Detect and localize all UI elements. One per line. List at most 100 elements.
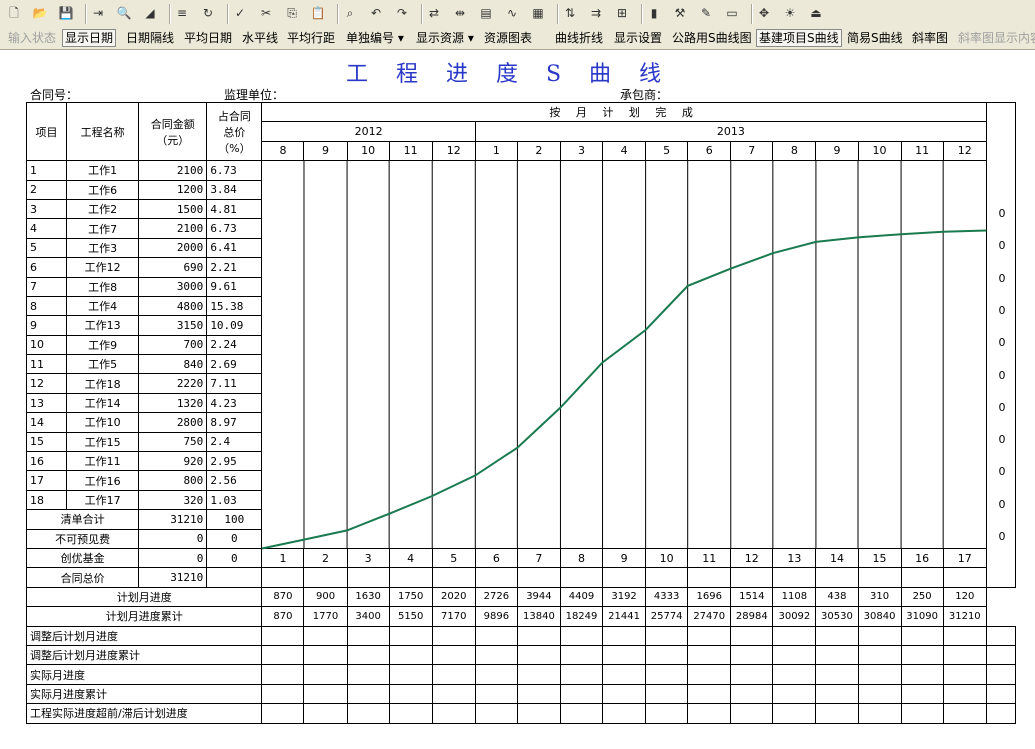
side-value: 0 <box>998 271 1006 285</box>
toolbar2-button-6[interactable]: 平均行距 <box>285 30 337 46</box>
header-month: 11 <box>900 140 944 162</box>
view-toolbar: 输入状态 显示日期 日期隔线 平均日期 水平线 平均行距 单独编号 ▾ 显示资源 ▾ 资源图表 曲… <box>0 28 1035 50</box>
lightbulb-icon[interactable]: ☀ <box>782 5 798 21</box>
toolbar2-button-3[interactable]: 日期隔线 <box>124 30 176 46</box>
toolbar2-button-2[interactable]: 显示日期 <box>62 29 117 47</box>
format-icon[interactable]: ⊞ <box>614 5 630 21</box>
bars-icon[interactable]: ▮ <box>646 5 662 21</box>
period-label: 17 <box>942 547 987 569</box>
s-curve-table: 项目 工程名称 合同金额 （元） 占合同 总价 （%）按 月 计 划 完 成 2012 2013… <box>25 101 1017 724</box>
redo-icon[interactable]: ↷ <box>394 5 410 21</box>
empty-cell <box>516 664 561 685</box>
toolbar2-button-8[interactable]: 显示资源 ▾ <box>414 30 476 46</box>
chart-icon[interactable]: ▦ <box>530 5 546 21</box>
check-icon[interactable]: ✓ <box>232 5 248 21</box>
side-value: 0 <box>998 368 1006 382</box>
period-label: 15 <box>857 547 902 569</box>
monthly-row-value: 438 <box>815 586 859 608</box>
empty-cell <box>942 664 987 685</box>
toolbar-separator <box>557 4 559 24</box>
move-icon[interactable]: ✥ <box>756 5 772 21</box>
empty-cell <box>985 683 1017 705</box>
toolbar2-button-11[interactable]: 显示设置 <box>612 30 664 46</box>
open-icon[interactable]: 📂 <box>32 5 48 21</box>
toolbar-separator <box>751 4 753 24</box>
tool-icon[interactable]: ⚒ <box>672 5 688 21</box>
row-ratio: 2.21 <box>206 257 263 278</box>
summary-label: 清单合计 <box>25 509 140 530</box>
row-ratio: 2.95 <box>206 451 263 472</box>
toolbar2-button-13[interactable]: 基建项目S曲线 <box>756 29 842 47</box>
toolbar2-button-7[interactable]: 单独编号 ▾ <box>344 30 406 46</box>
empty-cell <box>815 664 859 685</box>
row-amount: 800 <box>138 470 208 491</box>
insert-icon[interactable]: ⇉ <box>588 5 604 21</box>
summary-ratio: 0 <box>206 528 263 549</box>
empty-cell <box>900 644 944 666</box>
save-icon[interactable]: 💾 <box>58 5 74 21</box>
find-icon[interactable]: ⌕ <box>342 5 358 21</box>
link-icon[interactable]: ⇄ <box>426 5 442 21</box>
draw-icon[interactable]: ✎ <box>698 5 714 21</box>
empty-cell <box>815 683 859 705</box>
period-label: 5 <box>431 547 476 569</box>
toolbar2-button-1[interactable]: 输入状态 <box>6 30 58 46</box>
frame-icon[interactable]: ▭ <box>724 5 740 21</box>
undo-icon[interactable]: ↶ <box>368 5 384 21</box>
cumulative-row-value: 5150 <box>388 606 433 627</box>
empty-cell <box>346 644 390 666</box>
row-amount: 690 <box>138 257 208 278</box>
split-icon[interactable]: ⇹ <box>452 5 468 21</box>
toolbar2-button-12[interactable]: 公路用S曲线图 <box>670 30 754 46</box>
header-month: 9 <box>815 140 859 162</box>
row-ratio: 2.56 <box>206 470 263 491</box>
row-no: 9 <box>25 315 68 336</box>
row-no: 13 <box>25 392 68 414</box>
empty-cell <box>602 644 647 666</box>
monthly-row-value: 1514 <box>730 586 774 608</box>
extra-row: 实际月进度 <box>25 664 1017 685</box>
row-no: 14 <box>25 412 68 433</box>
cumulative-row-value: 3400 <box>346 606 390 627</box>
extra-row-label: 实际月进度 <box>25 664 263 685</box>
toolbar2-button-15[interactable]: 斜率图 <box>910 30 950 46</box>
row-amount: 3000 <box>138 276 208 297</box>
align-icon[interactable]: ≡ <box>174 5 190 21</box>
empty-cell <box>857 625 902 646</box>
period-label: 10 <box>645 547 689 569</box>
empty-cell <box>559 683 604 705</box>
merge-icon[interactable]: ⇅ <box>562 5 578 21</box>
side-value: 0 <box>998 239 1006 253</box>
print-preview-icon[interactable]: 🔍 <box>116 5 132 21</box>
toolbar2-button-4[interactable]: 平均日期 <box>182 30 234 46</box>
toolbar2-button-9[interactable]: 资源图表 <box>482 30 534 46</box>
toolbar-separator <box>337 4 339 24</box>
cut-icon[interactable]: ✂ <box>258 5 274 21</box>
empty-cell <box>261 664 305 685</box>
exit-icon[interactable]: ⏏ <box>808 5 824 21</box>
new-icon[interactable]: 🗋 <box>6 5 22 21</box>
row-name: 工作7 <box>66 218 140 239</box>
summary-ratio: 100 <box>206 509 263 530</box>
import-icon[interactable]: ⇥ <box>90 5 106 21</box>
empty-cell <box>474 703 518 724</box>
copy-icon[interactable]: ⎘ <box>284 5 300 21</box>
side-value: 0 <box>998 400 1006 414</box>
toolbar2-button-16[interactable]: 斜率图显示内容 <box>956 30 1035 46</box>
toolbar-separator <box>227 4 229 24</box>
supervisor-label: 监理单位： <box>224 88 285 102</box>
table-icon[interactable]: ▤ <box>478 5 494 21</box>
empty-cell <box>261 644 305 666</box>
toolbar2-button-10[interactable]: 曲线折线 <box>553 30 605 46</box>
toolbar2-button-5[interactable]: 水平线 <box>240 30 280 46</box>
fill-icon[interactable]: ◢ <box>142 5 158 21</box>
empty-cell <box>559 703 604 724</box>
empty-cell <box>900 683 944 705</box>
toolbar2-button-14[interactable]: 简易S曲线 <box>845 30 905 46</box>
summary-row: 合同总价 31210 <box>25 567 1016 588</box>
toolbar-separator <box>641 4 643 24</box>
curve-icon[interactable]: ∿ <box>504 5 520 21</box>
table-row: 1 工作1 2100 6.73 <box>25 160 1016 549</box>
refresh-icon[interactable]: ↻ <box>200 5 216 21</box>
paste-icon[interactable]: 📋 <box>310 5 326 21</box>
